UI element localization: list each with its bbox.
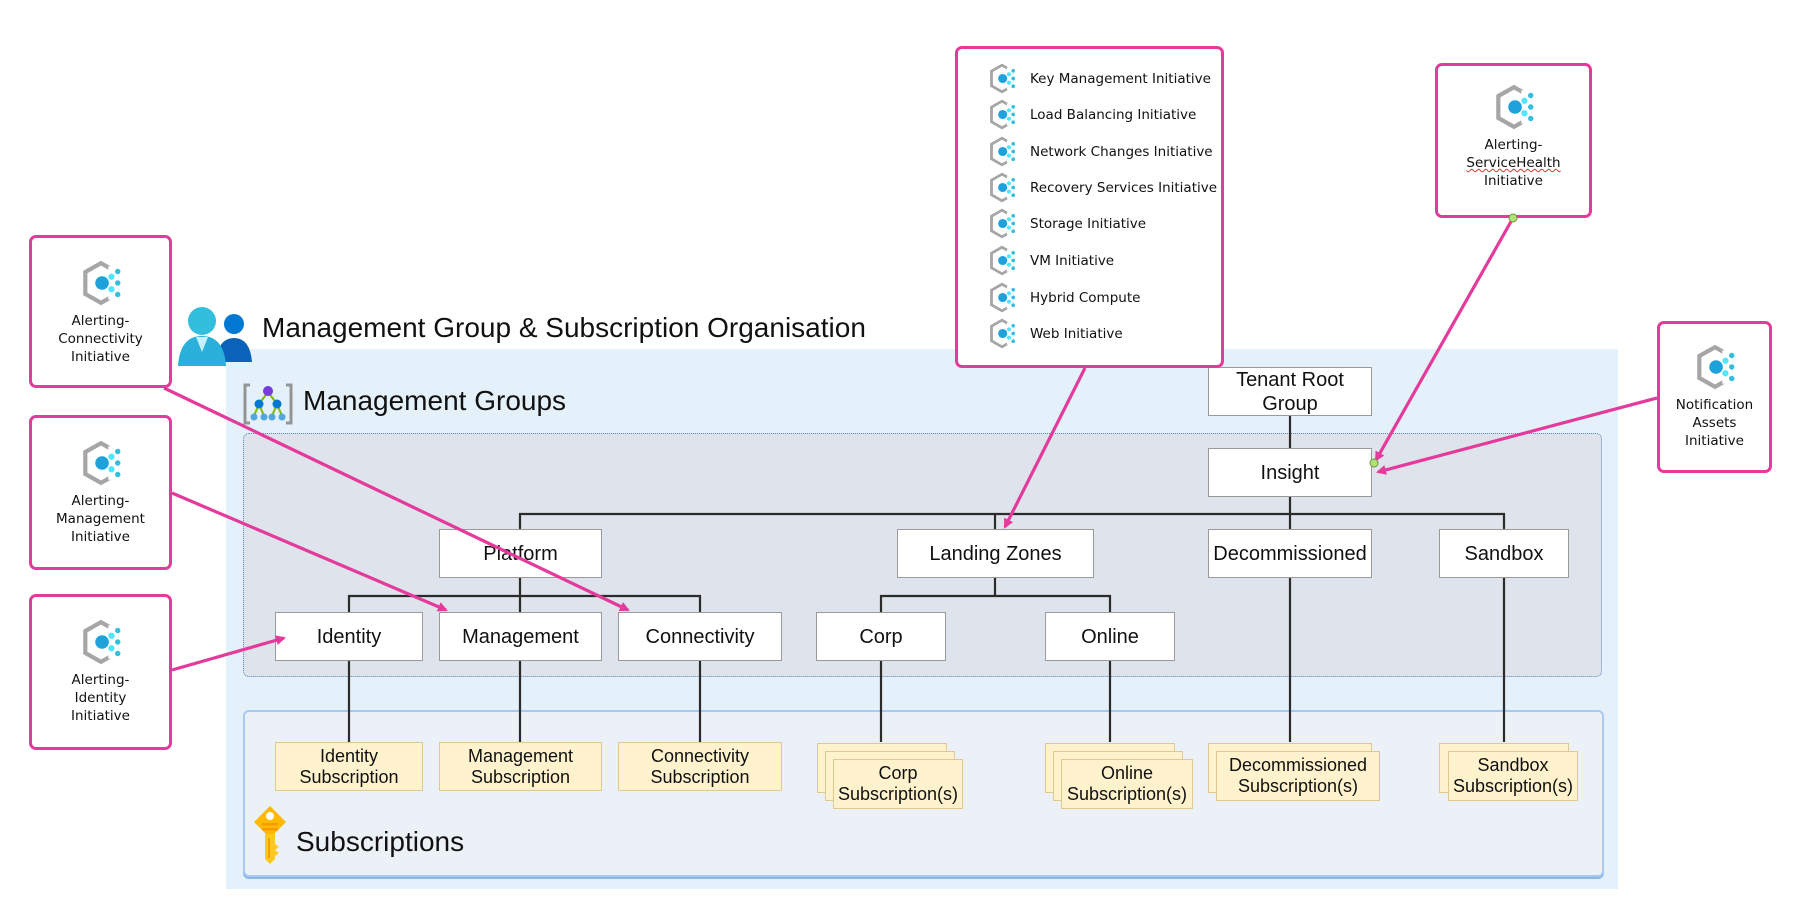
arrow-identity bbox=[171, 635, 286, 672]
arrow-servicehealth bbox=[1374, 217, 1515, 462]
connector-handle[interactable] bbox=[1508, 213, 1518, 223]
assignment-arrows bbox=[163, 213, 1658, 672]
arrow-landing-zones bbox=[1003, 367, 1087, 529]
arrow-management bbox=[171, 491, 448, 612]
arrow-connectivity bbox=[163, 386, 630, 612]
connector-handle[interactable] bbox=[1369, 458, 1379, 468]
arrow-notification bbox=[1376, 396, 1658, 475]
